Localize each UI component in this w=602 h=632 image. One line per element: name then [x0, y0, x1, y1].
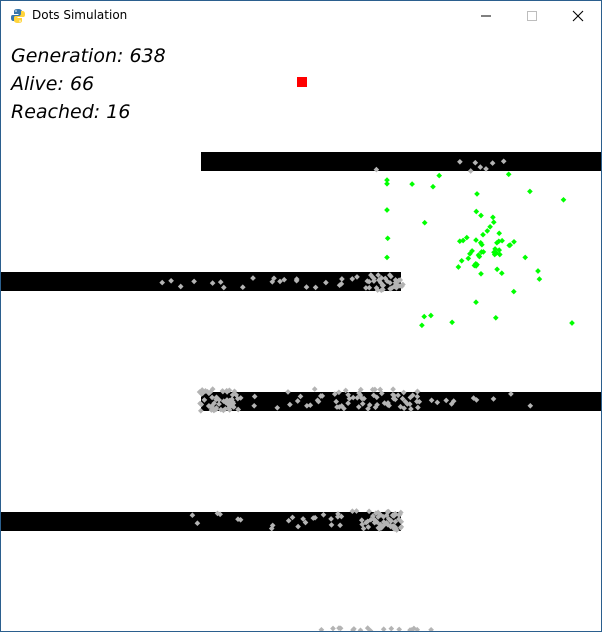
alive-dot: [480, 231, 486, 238]
maximize-icon: [527, 11, 537, 21]
window-title: Dots Simulation: [32, 8, 128, 22]
alive-dot: [490, 214, 496, 221]
alive-dot: [511, 238, 517, 245]
generation-value: 638: [129, 45, 166, 67]
alive-readout: Alive: 66: [11, 73, 94, 95]
alive-dot: [474, 191, 480, 197]
alive-dot: [384, 180, 390, 187]
alive-dot: [409, 181, 415, 187]
goal-target: [297, 77, 307, 87]
python-icon: [11, 9, 25, 23]
alive-dot: [492, 314, 499, 321]
alive-dot: [430, 183, 436, 190]
generation-readout: Generation: 638: [11, 45, 166, 67]
alive-dot: [522, 254, 529, 261]
alive-dot: [449, 319, 455, 326]
alive-dot: [478, 212, 484, 219]
alive-dot: [384, 235, 391, 242]
alive-dot: [473, 299, 479, 306]
alive-dot: [494, 266, 500, 273]
alive-dot: [384, 254, 390, 261]
app-window: Dots Simulation Generation: 638 Alive: 6…: [0, 0, 602, 632]
minimize-icon: [481, 15, 491, 17]
alive-dot: [455, 264, 462, 270]
dead-dot: [311, 386, 318, 392]
alive-dot: [569, 320, 575, 326]
alive-dot: [484, 228, 491, 234]
alive-dot: [505, 171, 512, 178]
alive-dot: [428, 312, 434, 319]
alive-dot: [421, 313, 428, 320]
dead-dot: [396, 626, 403, 631]
dead-dot: [428, 626, 434, 631]
reached-readout: Reached: 16: [11, 101, 130, 123]
reached-value: 16: [106, 101, 131, 123]
maximize-button[interactable]: [509, 1, 555, 31]
alive-dot: [478, 270, 484, 277]
simulation-canvas: Generation: 638 Alive: 66 Reached: 16: [1, 31, 601, 631]
alive-dot: [536, 276, 543, 282]
obstacle-bar: [201, 152, 601, 171]
alive-dot: [465, 255, 472, 262]
close-icon: [572, 10, 584, 22]
alive-dot: [490, 219, 497, 226]
alive-dot: [384, 207, 390, 213]
alive-value: 66: [69, 73, 95, 95]
minimize-button[interactable]: [463, 1, 509, 31]
close-button[interactable]: [555, 1, 601, 31]
alive-dot: [535, 268, 541, 274]
reached-label: Reached:: [11, 101, 101, 123]
dead-dot: [388, 625, 395, 631]
alive-dot: [560, 196, 567, 203]
alive-dot: [510, 288, 517, 295]
dead-dot: [380, 626, 387, 631]
alive-dot: [473, 237, 479, 243]
alive-dot: [473, 208, 480, 215]
generation-label: Generation:: [11, 45, 124, 67]
alive-dot: [498, 270, 505, 277]
dead-dot: [390, 386, 396, 393]
title-bar[interactable]: Dots Simulation: [1, 1, 601, 31]
alive-dot: [419, 322, 425, 329]
dead-dot: [357, 627, 364, 631]
dead-dot: [330, 625, 336, 631]
alive-dot: [458, 257, 465, 264]
alive-dot: [436, 172, 443, 179]
alive-dot: [487, 223, 493, 230]
alive-dot: [421, 219, 428, 226]
dead-dot: [318, 626, 325, 631]
alive-dot: [496, 230, 503, 237]
alive-label: Alive:: [11, 73, 64, 95]
alive-dot: [527, 188, 533, 195]
